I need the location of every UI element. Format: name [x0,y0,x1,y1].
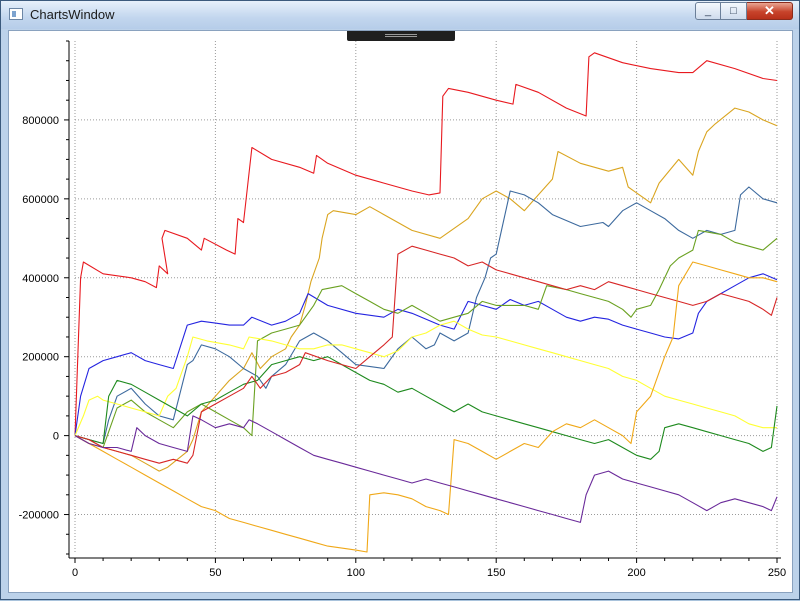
series-line-8 [74,245,778,464]
y-tick-label: 400000 [22,273,59,285]
y-tick-label: 600000 [22,194,59,206]
series-line-1 [74,52,778,436]
series-group [74,52,778,553]
series-line-9 [74,261,778,553]
x-tick-label: 250 [768,567,786,579]
x-tick-label: 0 [72,567,78,579]
series-line-2 [74,107,778,472]
line-chart: -200000 0 200000 400000 600000 800000 0 50 100 15… [19,40,786,579]
charts-window: ChartsWindow _ □ ✕ -200000 0 200000 400000 6… [0,0,800,600]
x-tick-label: 50 [209,567,221,579]
grid-lines [74,41,778,554]
series-line-7 [74,356,778,460]
y-tick-label: 200000 [22,352,59,364]
axes [64,40,781,563]
y-tick-label: -200000 [19,510,59,522]
series-line-3 [74,186,778,445]
y-tick-label: 800000 [22,115,59,127]
x-tick-label: 150 [487,567,505,579]
x-tick-label: 100 [347,567,365,579]
x-tick-label: 200 [627,567,645,579]
y-tick-label: 0 [53,431,59,443]
